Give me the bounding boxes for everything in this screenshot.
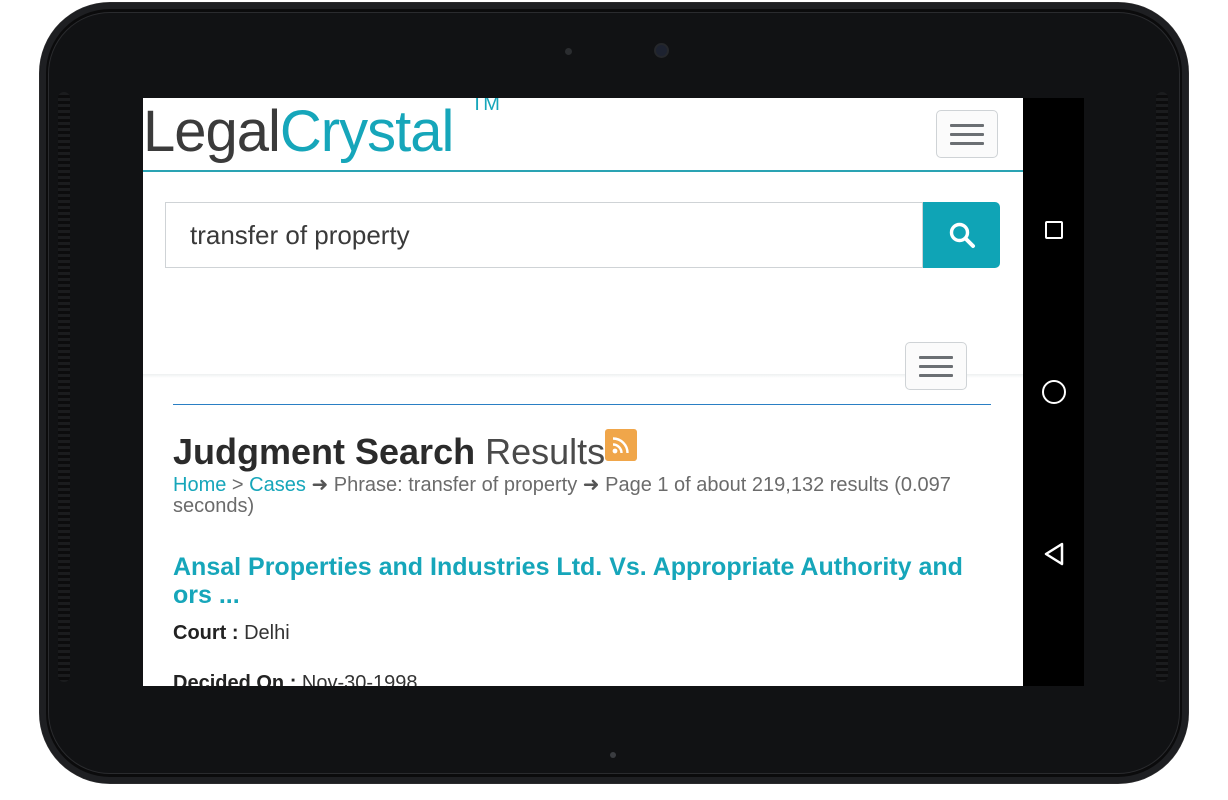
decided-value: Nov-30-1998 <box>301 672 418 686</box>
recent-apps-button[interactable] <box>1023 205 1084 255</box>
rss-feed-button[interactable] <box>605 429 637 461</box>
circle-icon <box>1041 380 1066 404</box>
home-button[interactable] <box>1023 367 1084 417</box>
breadcrumb-separator: > <box>231 474 244 496</box>
triangle-back-icon <box>1044 542 1063 566</box>
court-label: Court : <box>173 622 239 644</box>
search-icon <box>949 222 975 248</box>
device-screen: LegalCrystal TM Judgment Search Results <box>143 98 1023 686</box>
site-logo[interactable]: LegalCrystal TM <box>143 98 500 164</box>
results-panel: Judgment Search Results Home > Cases ➜ P… <box>143 302 1023 686</box>
square-icon <box>1044 221 1063 239</box>
breadcrumb-home-link[interactable]: Home <box>173 474 226 496</box>
search-input[interactable] <box>165 202 923 268</box>
logo-text-legal: Legal <box>143 99 281 164</box>
trademark-mark: TM <box>471 98 500 115</box>
rss-icon <box>612 437 629 454</box>
result-court: Court : Delhi <box>173 622 290 645</box>
breadcrumb: Home > Cases ➜ Phrase: transfer of prope… <box>173 475 993 517</box>
speaker-grille-left <box>58 92 70 682</box>
breadcrumb-phrase: Phrase: transfer of property <box>333 474 578 496</box>
breadcrumb-cases-link[interactable]: Cases <box>249 474 306 496</box>
page-title: Judgment Search Results <box>173 430 605 474</box>
content-divider <box>173 404 991 405</box>
android-navigation-bar <box>1023 98 1084 686</box>
page-title-light: Results <box>485 431 606 472</box>
page-title-bold: Judgment Search <box>173 431 476 472</box>
main-menu-button[interactable] <box>936 110 998 158</box>
result-title-link[interactable]: Ansal Properties and Industries Ltd. Vs.… <box>173 553 983 609</box>
site-header: LegalCrystal TM <box>143 98 1023 172</box>
search-button[interactable] <box>923 202 1000 268</box>
arrow-right-icon: ➜ <box>311 474 329 496</box>
arrow-right-icon: ➜ <box>582 474 600 496</box>
hamburger-icon <box>919 355 953 359</box>
light-sensor <box>565 48 572 55</box>
microphone-dot <box>610 752 616 758</box>
result-decided-on: Decided On : Nov-30-1998 <box>173 672 418 686</box>
decided-label: Decided On : <box>173 672 297 686</box>
front-camera-icon <box>656 45 667 56</box>
hamburger-icon <box>950 123 984 127</box>
secondary-menu-button[interactable] <box>905 342 967 390</box>
back-button[interactable] <box>1023 529 1084 579</box>
court-value: Delhi <box>244 622 290 644</box>
speaker-grille-right <box>1156 92 1168 682</box>
logo-text-crystal: Crystal <box>279 99 454 164</box>
